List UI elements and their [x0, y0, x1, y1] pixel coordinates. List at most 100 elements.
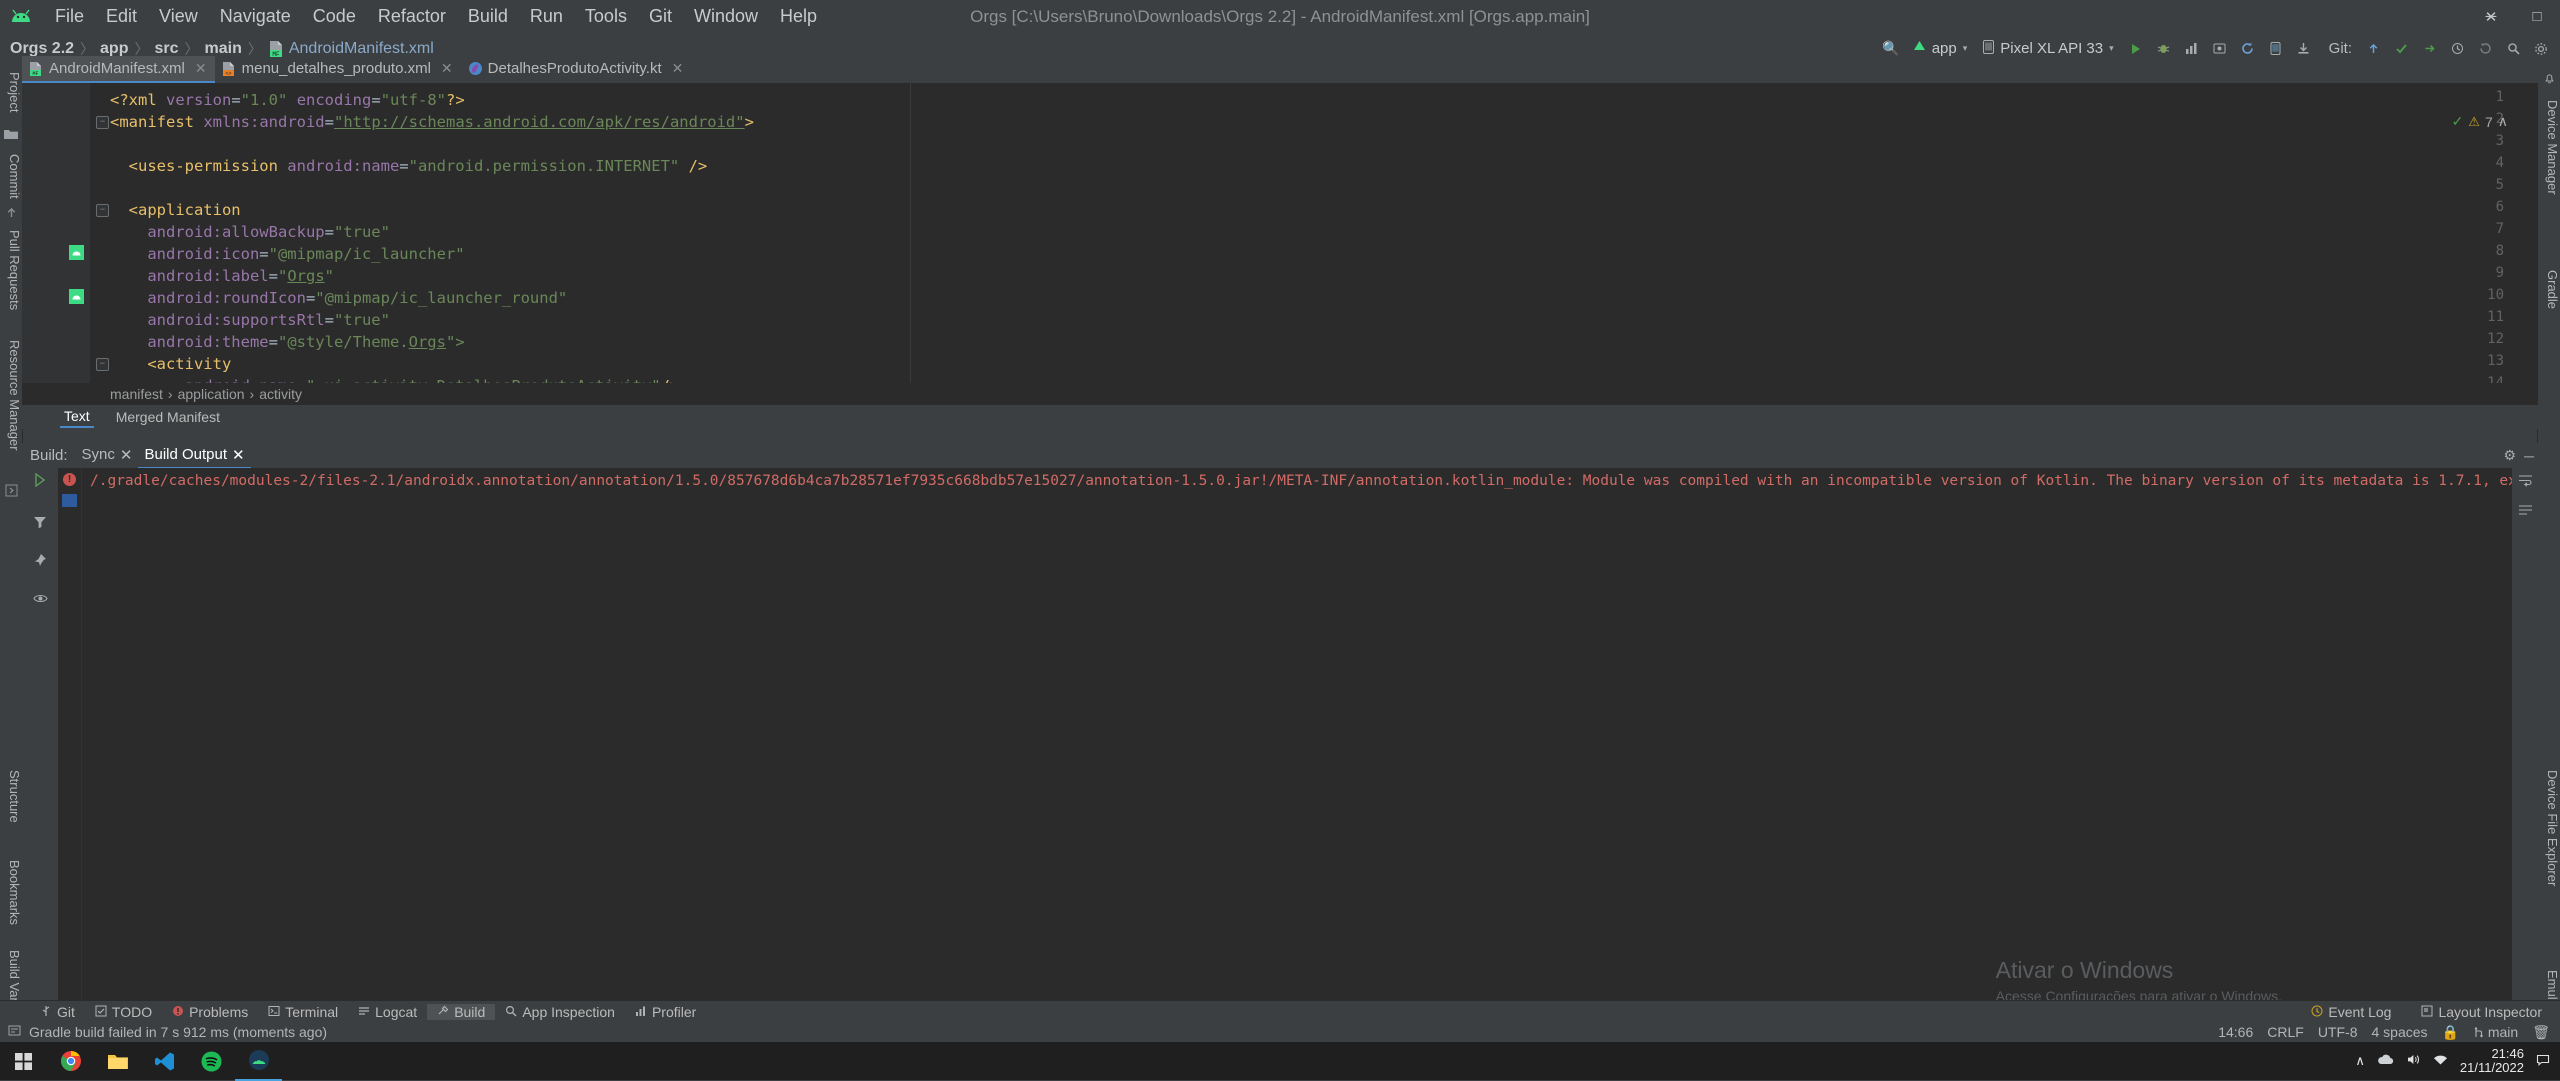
tray-expand-icon[interactable]: ∧ — [2355, 1053, 2365, 1069]
bottom-tab-event-log[interactable]: Event Log — [2301, 1004, 2401, 1020]
breadcrumb-project[interactable]: Orgs 2.2 — [10, 40, 74, 58]
indent-setting[interactable]: 4 spaces — [2371, 1024, 2427, 1040]
close-icon[interactable]: ✕ — [120, 446, 133, 464]
sidebar-item-device-file-explorer[interactable]: Device File Explorer — [2538, 764, 2560, 892]
git-branch[interactable]: main — [2473, 1024, 2518, 1040]
menu-item-edit[interactable]: Edit — [95, 4, 148, 29]
bottom-tab-git[interactable]: Git — [30, 1004, 85, 1020]
spotify-icon[interactable] — [188, 1042, 235, 1080]
lock-icon[interactable]: 🔒 — [2442, 1024, 2459, 1041]
cursor-position[interactable]: 14:66 — [2218, 1024, 2253, 1040]
menu-item-window[interactable]: Window — [683, 4, 769, 29]
rerun-build-icon[interactable] — [32, 472, 48, 488]
code-line[interactable]: <activity — [147, 353, 231, 375]
menu-item-help[interactable]: Help — [769, 4, 828, 29]
close-button[interactable]: ✕ — [2468, 0, 2514, 33]
code-line[interactable]: <?xml version="1.0" encoding="utf-8"?> — [110, 89, 465, 111]
bottom-tab-build[interactable]: Build — [427, 1003, 496, 1020]
inspection-widget[interactable]: ✓ ⚠ 7 ∧ — [2452, 113, 2508, 130]
menu-item-build[interactable]: Build — [457, 4, 519, 29]
code-fold-toggle[interactable]: − — [96, 204, 109, 217]
onedrive-icon[interactable] — [2377, 1054, 2394, 1069]
volume-icon[interactable] — [2406, 1053, 2421, 1069]
minimize-panel-icon[interactable]: ─ — [2524, 448, 2534, 464]
breadcrumb-app[interactable]: app — [100, 40, 128, 58]
windows-start-icon[interactable] — [0, 1042, 47, 1080]
settings-gear-icon[interactable]: ⚙ — [2504, 447, 2517, 464]
line-separator[interactable]: CRLF — [2267, 1024, 2304, 1040]
launcher-icon[interactable] — [69, 245, 84, 260]
editor-tab-androidmanifest[interactable]: MF AndroidManifest.xml ✕ — [22, 56, 215, 83]
file-explorer-icon[interactable] — [94, 1042, 141, 1080]
code-line[interactable]: android:roundIcon="@mipmap/ic_launcher_r… — [147, 287, 567, 309]
code-breadcrumb-activity[interactable]: activity — [259, 386, 302, 402]
code-line[interactable]: <application — [129, 199, 241, 221]
sidebar-item-gradle[interactable]: Gradle — [2538, 264, 2560, 315]
menu-item-navigate[interactable]: Navigate — [209, 4, 302, 29]
bottom-tab-profiler[interactable]: Profiler — [625, 1004, 706, 1020]
close-icon[interactable]: ✕ — [232, 446, 245, 464]
console-settings-icon[interactable] — [2517, 502, 2533, 518]
menu-item-refactor[interactable]: Refactor — [367, 4, 457, 29]
breadcrumb-src[interactable]: src — [154, 40, 178, 58]
menu-item-code[interactable]: Code — [302, 4, 367, 29]
close-icon[interactable]: ✕ — [672, 60, 684, 77]
close-icon[interactable]: ✕ — [195, 60, 207, 77]
code-breadcrumb-manifest[interactable]: manifest — [110, 386, 163, 402]
code-line[interactable]: android:supportsRtl="true" — [147, 309, 390, 331]
breadcrumb-file[interactable]: AndroidManifest.xml — [289, 40, 434, 58]
chevron-up-icon[interactable]: ∧ — [2498, 113, 2508, 130]
code-line[interactable]: <uses-permission android:name="android.p… — [129, 155, 708, 177]
sidebar-item-project[interactable]: Project — [0, 66, 22, 118]
sidebar-item-bookmarks[interactable]: Bookmarks — [0, 854, 22, 931]
network-icon[interactable] — [2433, 1054, 2448, 1069]
sidebar-item-pull-requests[interactable]: Pull Requests — [0, 224, 22, 316]
bottom-tab-terminal[interactable]: Terminal — [258, 1004, 348, 1020]
trash-icon[interactable]: 🗑 — [2532, 1024, 2550, 1041]
bottom-tab-problems[interactable]: Problems — [162, 1004, 258, 1020]
menu-item-file[interactable]: File — [44, 4, 95, 29]
bottom-tab-logcat[interactable]: Logcat — [348, 1004, 427, 1020]
launcher-icon[interactable] — [69, 289, 84, 304]
code-breadcrumb-application[interactable]: application — [178, 386, 245, 402]
pin-icon[interactable] — [32, 552, 48, 568]
close-icon[interactable]: ✕ — [441, 60, 453, 77]
vscode-icon[interactable] — [141, 1042, 188, 1080]
taskbar-clock[interactable]: 21:46 21/11/2022 — [2460, 1047, 2524, 1075]
build-tree-selected-node[interactable] — [62, 494, 77, 507]
editor-tab-menu-detalhes-produto[interactable]: <> menu_detalhes_produto.xml ✕ — [215, 56, 461, 83]
bottom-tab-todo[interactable]: TODO — [85, 1004, 162, 1020]
bottom-tab-app-inspection[interactable]: App Inspection — [495, 1004, 625, 1020]
build-tab-sync[interactable]: Sync ✕ — [76, 442, 139, 469]
tab-merged-manifest[interactable]: Merged Manifest — [112, 407, 224, 427]
eye-icon[interactable] — [32, 590, 48, 606]
code-line[interactable]: android:icon="@mipmap/ic_launcher" — [147, 243, 464, 265]
sidebar-item-commit[interactable]: Commit — [0, 148, 22, 205]
notification-center-icon[interactable] — [2536, 1053, 2550, 1069]
code-line[interactable]: android:allowBackup="true" — [147, 221, 390, 243]
sidebar-item-device-manager[interactable]: Device Manager — [2538, 94, 2560, 201]
chrome-icon[interactable] — [47, 1042, 94, 1080]
menu-item-tools[interactable]: Tools — [574, 4, 638, 29]
code-editor[interactable]: 1 <?xml version="1.0" encoding="utf-8"?> 2… — [22, 83, 2538, 383]
breadcrumb-main[interactable]: main — [205, 40, 242, 58]
notifications-bell-icon[interactable] — [2541, 70, 2557, 86]
code-fold-toggle[interactable]: − — [96, 116, 109, 129]
sidebar-item-structure[interactable]: Structure — [0, 764, 22, 829]
file-encoding[interactable]: UTF-8 — [2318, 1024, 2358, 1040]
code-line[interactable]: <manifest xmlns:android="http://schemas.… — [110, 111, 754, 133]
sidebar-item-resource-manager[interactable]: Resource Manager — [0, 334, 22, 457]
build-tab-build-output[interactable]: Build Output ✕ — [138, 442, 251, 469]
menu-item-view[interactable]: View — [148, 4, 209, 29]
build-tree[interactable]: ! — [58, 468, 82, 1044]
filter-icon[interactable] — [32, 514, 48, 530]
collapse-panel-icon[interactable] — [3, 482, 19, 498]
bottom-tab-layout-inspector[interactable]: Layout Inspector — [2411, 1004, 2552, 1020]
wrap-text-icon[interactable] — [2517, 472, 2533, 488]
build-output-console[interactable]: /.gradle/caches/modules-2/files-2.1/andr… — [82, 468, 2512, 1044]
maximize-button[interactable]: □ — [2514, 0, 2560, 33]
menu-item-run[interactable]: Run — [519, 4, 574, 29]
editor-tab-detalhesprodutoactivity[interactable]: DetalhesProdutoActivity.kt ✕ — [461, 56, 692, 83]
code-line[interactable]: android:label="Orgs" — [147, 265, 334, 287]
code-fold-toggle[interactable]: − — [96, 358, 109, 371]
